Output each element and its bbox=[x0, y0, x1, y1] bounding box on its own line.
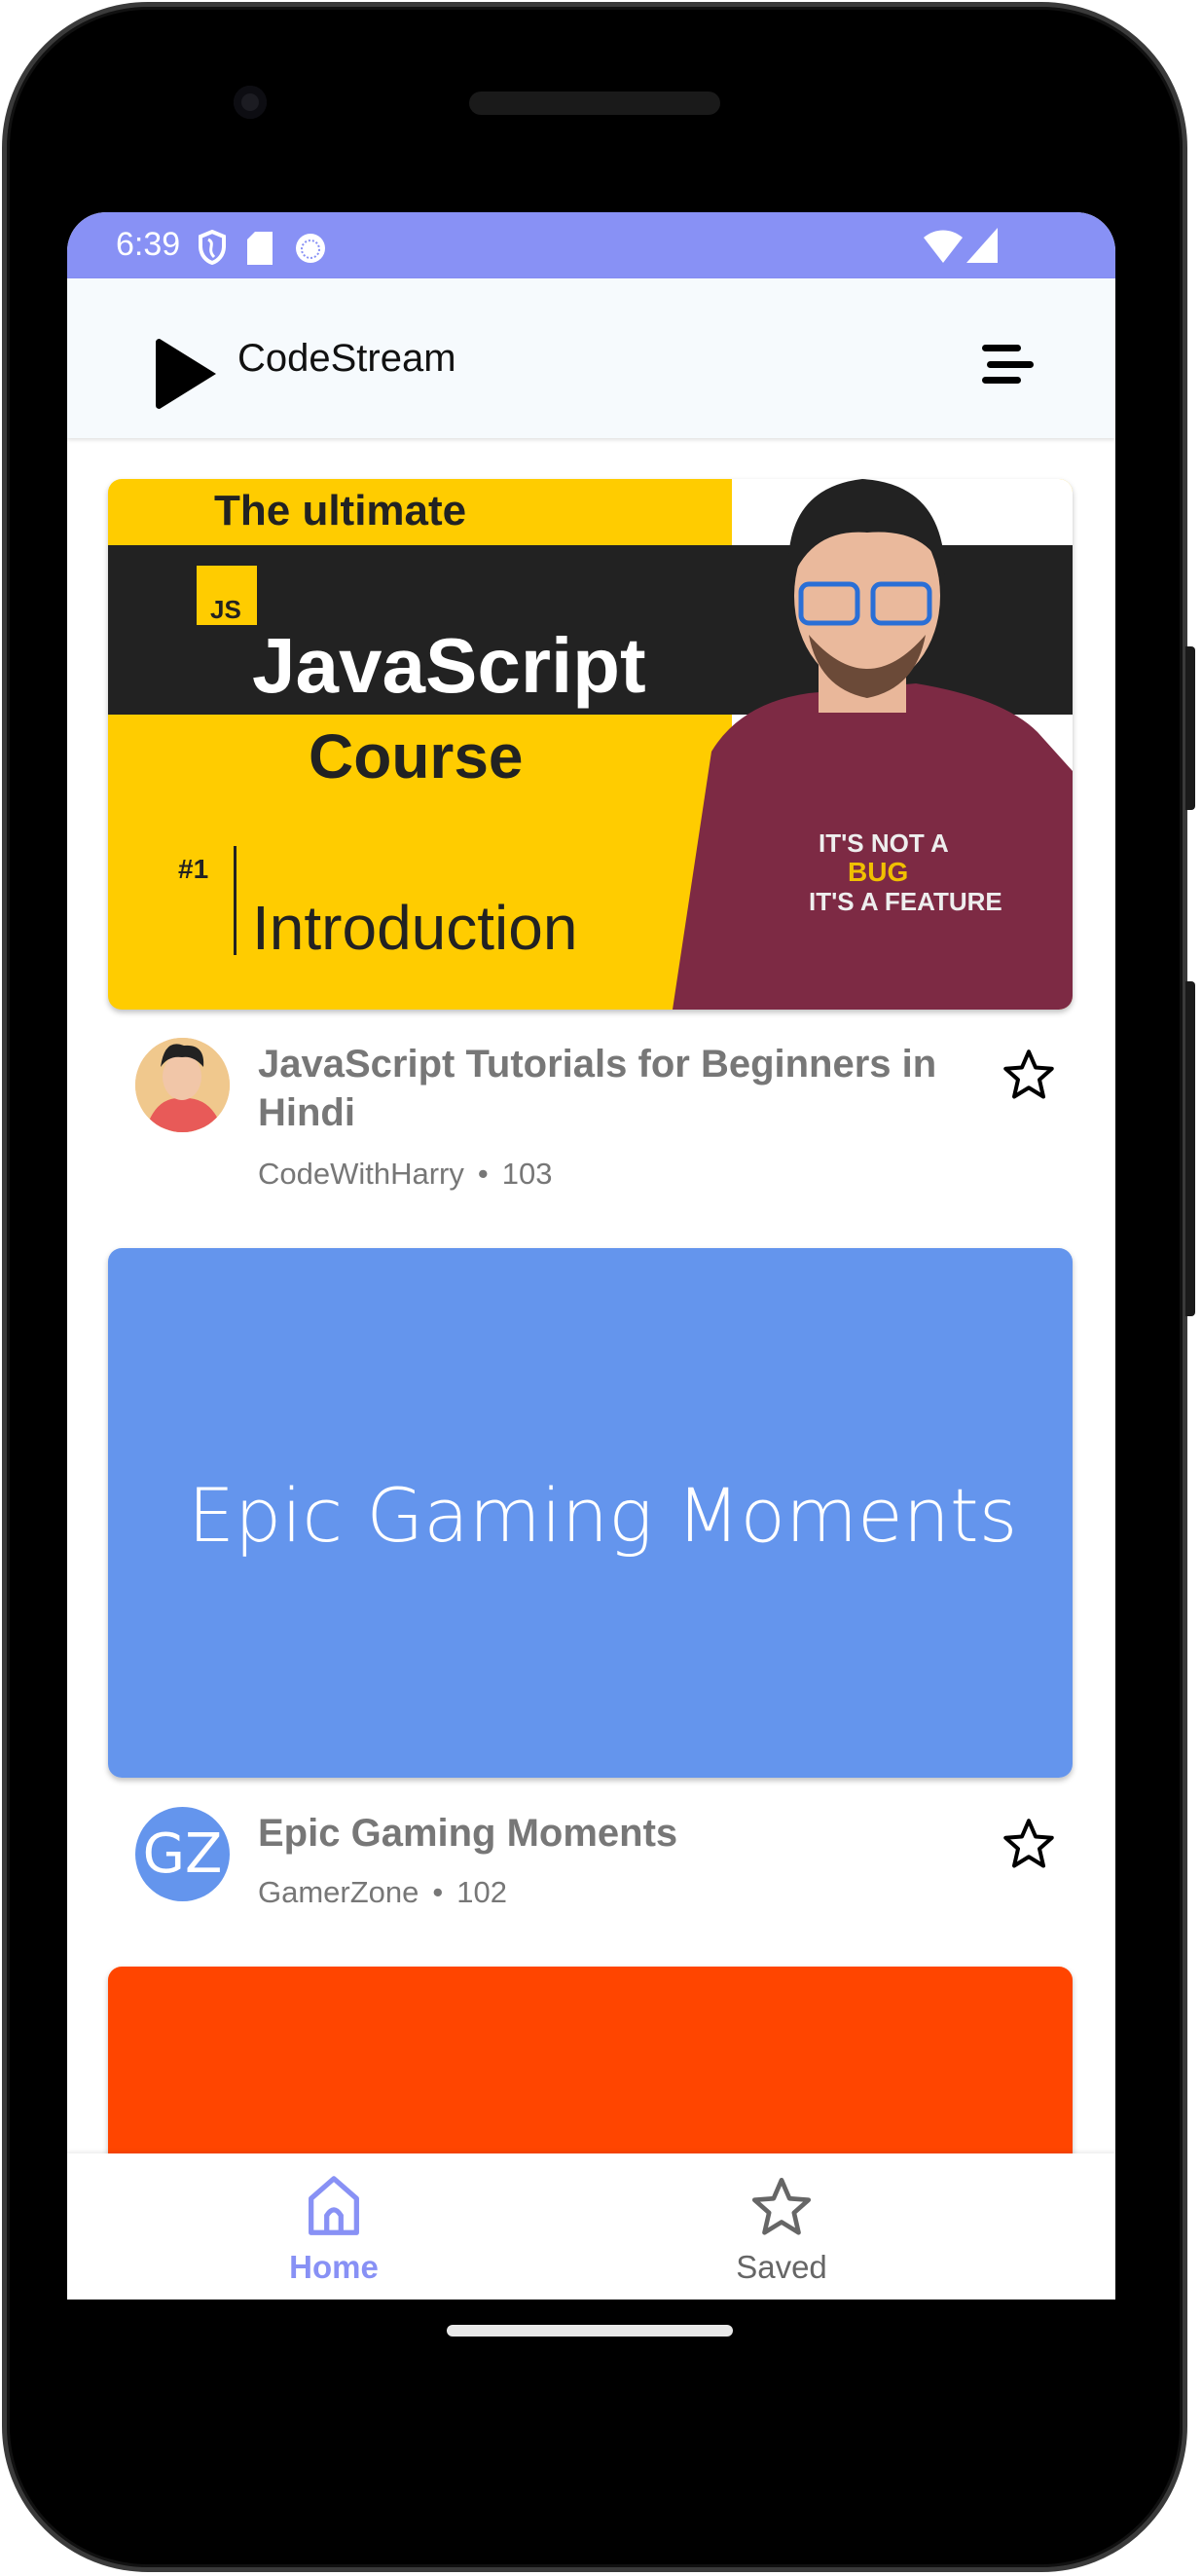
thumb-divider bbox=[234, 846, 237, 955]
thumb-text-course: Course bbox=[309, 721, 524, 791]
thumb-text-javascript: JavaScript bbox=[252, 622, 646, 709]
menu-button[interactable] bbox=[977, 337, 1036, 386]
menu-icon-line bbox=[987, 361, 1034, 368]
bottom-nav: Home Saved bbox=[67, 2153, 1115, 2300]
app-screen: 6:39 CodeStream IT'S NOT A BUG IT'S A FE… bbox=[67, 212, 1115, 2300]
home-icon bbox=[309, 2176, 359, 2235]
presenter-image: IT'S NOT A BUG IT'S A FEATURE bbox=[673, 479, 1073, 1010]
channel-name[interactable]: CodeWithHarry bbox=[258, 1157, 464, 1191]
power-button bbox=[1185, 646, 1195, 810]
thumb-text: Epic Gaming Moments bbox=[188, 1472, 1018, 1559]
app-name: CodeStream bbox=[237, 337, 456, 380]
volume-button bbox=[1185, 981, 1195, 1316]
video-title[interactable]: JavaScript Tutorials for Beginners in Hi… bbox=[258, 1040, 998, 1137]
nav-saved-label: Saved bbox=[736, 2249, 827, 2285]
shirt-text-3: IT'S A FEATURE bbox=[809, 887, 1002, 916]
video-title[interactable]: Epic Gaming Moments bbox=[258, 1809, 998, 1858]
play-logo-icon bbox=[156, 339, 216, 409]
shield-icon bbox=[199, 230, 226, 265]
sync-icon bbox=[296, 234, 325, 263]
video-meta: GamerZone • 102 bbox=[258, 1875, 507, 1910]
earpiece-speaker bbox=[469, 92, 720, 115]
video-thumbnail-gaming[interactable]: Epic Gaming Moments bbox=[108, 1248, 1073, 1778]
video-count: 102 bbox=[456, 1875, 507, 1909]
thumb-text-ultimate: The ultimate bbox=[214, 487, 467, 534]
js-badge: JS bbox=[197, 566, 257, 625]
nav-home[interactable]: Home bbox=[237, 2173, 431, 2286]
thumb-text-introduction: Introduction bbox=[252, 893, 578, 963]
channel-avatar-codewithharry[interactable] bbox=[135, 1038, 230, 1132]
nav-saved[interactable]: Saved bbox=[684, 2173, 879, 2286]
thumb-text-episode: #1 bbox=[178, 854, 209, 884]
front-camera bbox=[234, 86, 267, 119]
sd-card-icon bbox=[247, 232, 273, 265]
meta-separator: • bbox=[432, 1875, 444, 1909]
wifi-icon bbox=[924, 230, 963, 263]
menu-icon bbox=[982, 345, 1021, 351]
star-icon[interactable] bbox=[1000, 1046, 1058, 1104]
status-time: 6:39 bbox=[116, 226, 181, 263]
nav-home-label: Home bbox=[289, 2249, 379, 2285]
app-header: CodeStream bbox=[67, 278, 1115, 438]
shirt-text-2: BUG bbox=[848, 857, 908, 887]
signal-icon bbox=[966, 228, 998, 263]
channel-avatar-gamerzone[interactable]: GZ bbox=[135, 1807, 230, 1901]
star-icon bbox=[751, 2177, 812, 2235]
video-thumbnail-js[interactable]: IT'S NOT A BUG IT'S A FEATURE The ultima… bbox=[108, 479, 1073, 1010]
star-icon[interactable] bbox=[1000, 1815, 1058, 1873]
channel-name[interactable]: GamerZone bbox=[258, 1875, 419, 1909]
home-indicator[interactable] bbox=[447, 2325, 733, 2337]
meta-separator: • bbox=[477, 1157, 489, 1191]
shirt-text-1: IT'S NOT A bbox=[819, 828, 949, 858]
video-count: 103 bbox=[501, 1157, 553, 1191]
video-meta: CodeWithHarry • 103 bbox=[258, 1157, 552, 1192]
status-bar: 6:39 bbox=[67, 212, 1115, 278]
menu-icon-line bbox=[982, 377, 1021, 384]
avatar-image bbox=[135, 1038, 230, 1132]
